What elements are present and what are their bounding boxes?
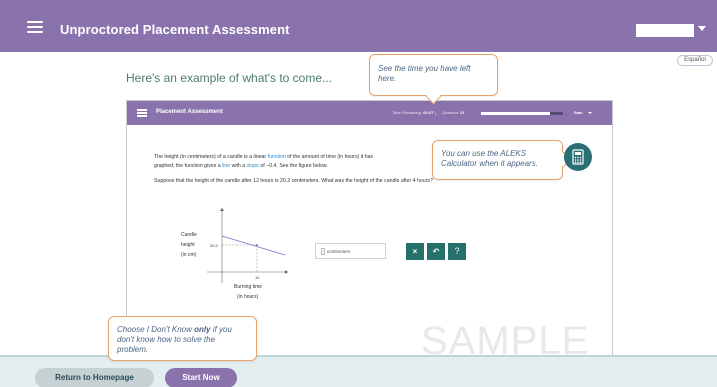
answer-unit: centimeters	[327, 249, 351, 254]
answer-input: centimeters	[315, 243, 386, 259]
question-number: Question: 21	[442, 110, 465, 115]
time-label: Time Remaining:	[392, 110, 423, 115]
sample-user: Sam	[574, 110, 583, 115]
help-button: ?	[448, 243, 466, 260]
page: Unproctored Placement Assessment Español…	[0, 0, 717, 387]
sample-header: Placement Assessment Time Remaining: 00:…	[127, 101, 612, 125]
answer-field	[321, 248, 325, 255]
progress-fill	[481, 112, 550, 115]
y-axis-arrow	[220, 208, 224, 211]
question-text-part: of the amount of time (in hours) it has	[285, 154, 374, 160]
clear-button: ×	[406, 243, 424, 260]
x-label-1: Burning time	[234, 284, 262, 290]
y-label-2: height	[181, 242, 195, 248]
footer: Return to Homepage Start Now	[0, 355, 717, 387]
y-label-1: Candle	[181, 232, 197, 238]
calculator-icon	[564, 143, 592, 171]
intro-text: Here's an example of what's to come...	[126, 71, 333, 85]
function-line	[221, 235, 286, 256]
question-text-part: graphed, the function gives a	[154, 163, 223, 169]
language-toggle-button[interactable]: Español	[677, 55, 713, 66]
x-label-2: (in hours)	[237, 294, 258, 300]
menu-icon[interactable]	[27, 21, 43, 33]
calculator-callout: You can use the ALEKS Calculator when it…	[432, 140, 563, 180]
top-bar: Unproctored Placement Assessment	[0, 0, 717, 52]
sample-title: Placement Assessment	[156, 109, 223, 115]
dont-know-callout: Choose I Don't Know only if you don't kn…	[108, 316, 257, 361]
question-text-part: The height (in centimeters) of a candle …	[154, 154, 268, 160]
x-tick-label: 12	[255, 275, 260, 280]
time-value: 00:27	[423, 110, 434, 115]
function-link: function	[267, 154, 286, 160]
sample-menu-icon	[137, 109, 147, 117]
header-separator: |	[435, 110, 437, 115]
time-callout: See the time you have left here.	[369, 54, 498, 96]
dont-know-prefix: Choose I Don't Know	[117, 325, 195, 334]
data-point	[256, 244, 258, 246]
y-label-3: (in cm)	[181, 252, 197, 258]
dont-know-emphasis: only	[194, 325, 211, 334]
account-menu[interactable]	[636, 24, 694, 37]
page-title: Unproctored Placement Assessment	[60, 22, 290, 37]
question-text: The height (in centimeters) of a candle …	[154, 153, 464, 171]
slope-link: slope	[246, 163, 259, 169]
question-text-part: of −0.4. See the figure below.	[258, 163, 328, 169]
question-value: 21	[460, 110, 465, 115]
undo-button: ↶	[427, 243, 445, 260]
x-axis-arrow	[285, 270, 288, 274]
start-now-button[interactable]: Start Now	[165, 368, 237, 387]
progress-bar	[481, 112, 563, 115]
candle-graph: Candle height (in cm) 20.2 12 Burning ti…	[181, 208, 288, 300]
question-text-part: with a	[230, 163, 247, 169]
return-to-homepage-button[interactable]: Return to Homepage	[35, 368, 154, 387]
line-link: line	[222, 163, 231, 169]
question-label: Question:	[442, 110, 460, 115]
sample-user-caret-icon	[588, 112, 592, 114]
time-remaining: Time Remaining: 00:27	[392, 110, 433, 115]
y-tick-label: 20.2	[210, 243, 219, 248]
chevron-down-icon[interactable]	[698, 26, 706, 31]
